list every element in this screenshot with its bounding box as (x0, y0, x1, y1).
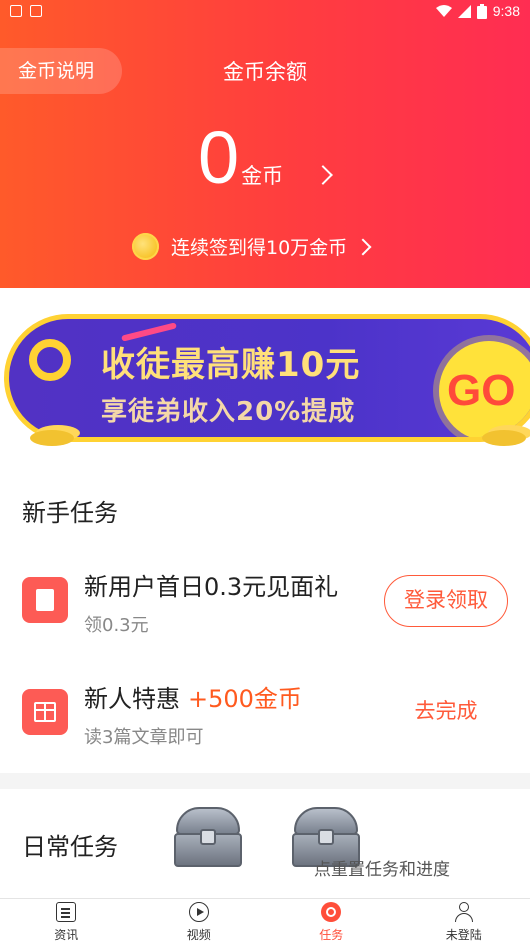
task-row-newbie-offer[interactable]: 新人特惠 +500金币 读3篇文章即可 去完成 (0, 659, 530, 759)
user-icon (454, 902, 474, 922)
page-title: 金币余额 (223, 60, 307, 84)
coin-balance[interactable]: 0 金币 (198, 118, 283, 198)
invite-banner[interactable]: 收徒最高赚10元 享徒弟收入20%提成 GO (4, 314, 530, 442)
tab-label: 任务 (319, 928, 344, 942)
login-claim-button[interactable]: 登录领取 (384, 575, 508, 627)
tab-profile[interactable]: 未登陆 (398, 899, 530, 942)
balance-unit: 金币 (241, 164, 284, 188)
task-icon (321, 902, 342, 922)
signin-text: 连续签到得10万金币 (171, 237, 348, 259)
reset-hint: 点重置任务和进度 (314, 860, 450, 880)
task-desc: 读3篇文章即可 (84, 727, 204, 748)
tab-news[interactable]: 资讯 (0, 899, 133, 942)
shield-notification-icon (10, 5, 22, 17)
bottom-tab-bar: 资讯 视频 任务 未登陆 (0, 898, 530, 942)
ring-decoration-icon (29, 339, 71, 381)
chevron-right-icon[interactable] (313, 165, 333, 185)
wifi-icon (435, 5, 452, 17)
task-row-welcome-gift[interactable]: 新用户首日0.3元见面礼 领0.3元 登录领取 (0, 551, 530, 651)
status-bar: 9:38 (0, 0, 530, 24)
signal-icon (457, 4, 471, 18)
go-button[interactable]: GO (439, 341, 530, 437)
tab-label: 视频 (186, 928, 211, 942)
play-icon (188, 902, 209, 922)
tab-label: 未登陆 (445, 928, 482, 942)
coin-icon (132, 233, 159, 260)
tab-video[interactable]: 视频 (133, 899, 266, 942)
chevron-right-icon (354, 238, 372, 255)
status-time: 9:38 (492, 3, 520, 19)
treasure-chest-icon[interactable] (172, 807, 244, 869)
new-user-tasks: 新手任务 新用户首日0.3元见面礼 领0.3元 登录领取 新人特惠 +500金币 … (0, 463, 530, 773)
go-complete-button[interactable]: 去完成 (384, 685, 508, 737)
section-title-new-tasks: 新手任务 (22, 499, 118, 527)
red-envelope-icon (22, 577, 68, 623)
balance-value: 0 (198, 116, 240, 199)
signin-link[interactable]: 连续签到得10万金币 (132, 233, 372, 260)
tab-tasks[interactable]: 任务 (265, 899, 398, 942)
coin-header: 9:38 金币说明 金币余额 0 金币 连续签到得10万金币 (0, 0, 530, 288)
news-icon (56, 902, 77, 922)
promo-banner-area: 收徒最高赚10元 享徒弟收入20%提成 GO (0, 288, 530, 463)
task-name: 新人特惠 +500金币 (84, 685, 302, 713)
task-desc: 领0.3元 (84, 615, 149, 636)
section-title-daily-tasks: 日常任务 (22, 833, 118, 861)
coins-decoration-icon (482, 430, 526, 446)
banner-headline: 收徒最高赚10元 (101, 345, 361, 385)
gift-icon (22, 689, 68, 735)
task-name: 新用户首日0.3元见面礼 (84, 573, 339, 601)
coins-decoration-icon (30, 430, 74, 446)
tab-label: 资讯 (54, 928, 79, 942)
battery-icon (476, 3, 487, 19)
daily-tasks: 日常任务 点重置任务和进度 (0, 789, 530, 899)
app-notification-icon (30, 5, 42, 17)
banner-subline: 享徒弟收入20%提成 (101, 397, 356, 427)
